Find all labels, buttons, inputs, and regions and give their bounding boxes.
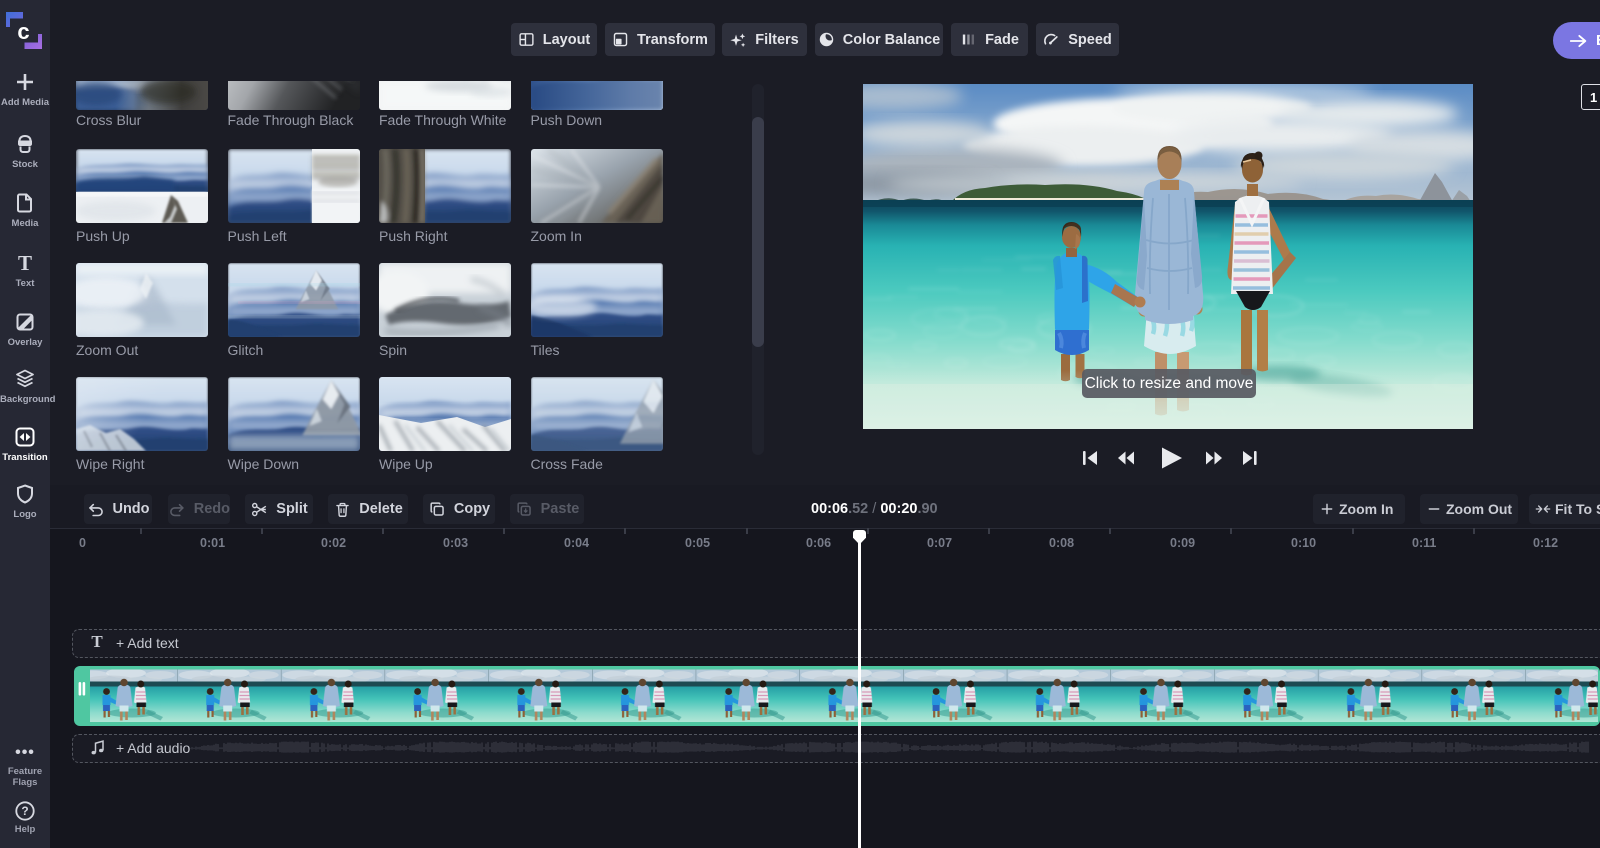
svg-text:?: ? [21,804,28,818]
svg-text:c: c [17,19,29,44]
svg-text:T: T [18,251,32,275]
